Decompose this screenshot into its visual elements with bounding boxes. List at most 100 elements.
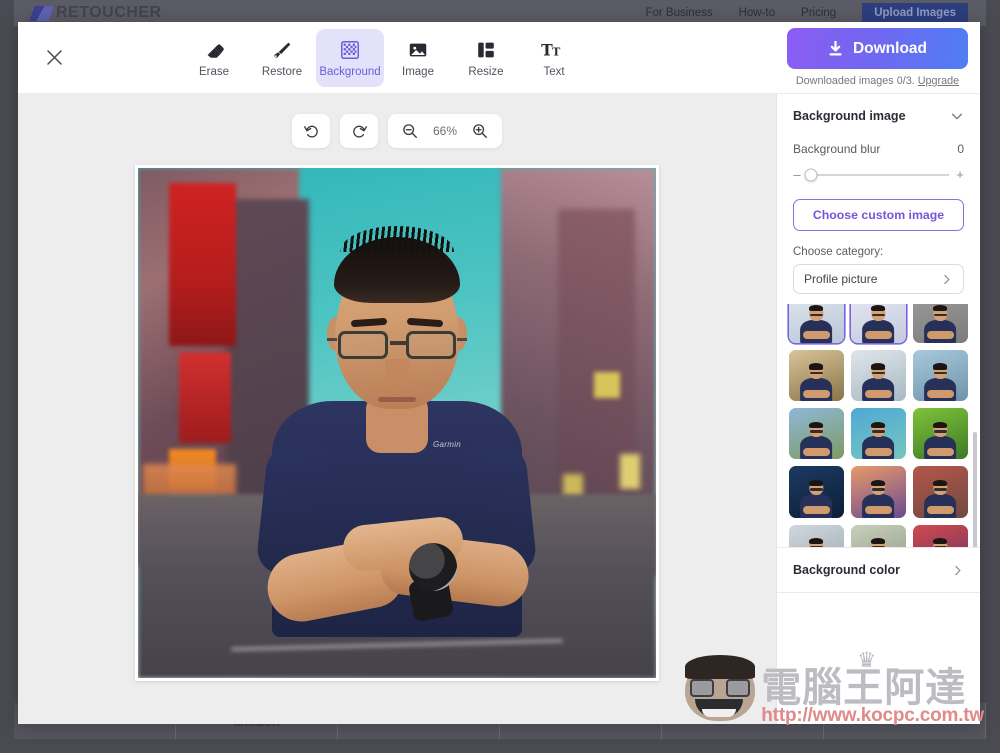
background-thumbnail[interactable] — [913, 304, 968, 344]
background-thumbnail[interactable] — [913, 466, 968, 518]
background-thumbnail-scroll[interactable] — [777, 304, 980, 547]
background-thumbnail[interactable] — [913, 350, 968, 402]
thumbnail-subject — [801, 537, 833, 547]
tool-background[interactable]: Background — [316, 28, 384, 87]
zoom-toolbar: 66% — [292, 114, 502, 148]
close-icon[interactable] — [32, 36, 76, 80]
tool-restore[interactable]: Restore — [248, 29, 316, 87]
category-select-value: Profile picture — [804, 272, 878, 286]
thumbnail-subject-glasses — [810, 546, 823, 547]
thumbnail-subject-arms — [865, 505, 892, 514]
background-thumbnail[interactable] — [851, 466, 906, 518]
background-thumbnail[interactable] — [851, 408, 906, 460]
background-blur-value: 0 — [957, 142, 964, 156]
background-thumbnail[interactable] — [851, 350, 906, 402]
upload-images-button[interactable]: Upload Images — [862, 3, 968, 23]
background-thumbnail[interactable] — [789, 350, 844, 402]
thumbnail-subject-glasses — [934, 429, 947, 433]
undo-icon[interactable] — [292, 114, 330, 148]
glasses-lens-right — [406, 331, 456, 360]
download-block: Download Downloaded images 0/3. Upgrade — [775, 22, 980, 93]
background-thumbnail[interactable] — [789, 524, 844, 547]
upgrade-link[interactable]: Upgrade — [918, 75, 959, 87]
tool-image[interactable]: Image — [384, 29, 452, 87]
background-thumbnail[interactable] — [913, 524, 968, 547]
glasses-lens-left — [338, 331, 388, 360]
background-thumbnail-grid — [789, 304, 968, 547]
thumbnail-scrollbar[interactable] — [973, 432, 977, 547]
thumbnail-subject-glasses — [810, 313, 823, 317]
thumbnail-subject-arms — [803, 505, 830, 514]
thumbnail-subject-glasses — [872, 488, 885, 491]
category-select[interactable]: Profile picture — [793, 264, 964, 294]
thumbnail-subject-hair — [809, 537, 824, 545]
thumbnail-subject-glasses — [872, 371, 885, 375]
blur-decrease-button[interactable]: – — [793, 167, 801, 182]
svg-text:T: T — [552, 45, 561, 58]
thumbnail-subject — [862, 479, 895, 518]
tool-erase[interactable]: Erase — [180, 29, 248, 87]
download-quota-prefix: Downloaded images 0/3. — [795, 75, 915, 87]
thumbnail-subject — [925, 537, 957, 547]
background-thumbnail[interactable] — [851, 304, 906, 344]
thumbnail-subject — [924, 363, 957, 402]
thumbnail-subject-hair — [933, 537, 948, 545]
tool-text[interactable]: TT Text — [520, 29, 588, 87]
thumbnail-subject — [862, 363, 895, 402]
tool-label: Background — [319, 65, 381, 78]
download-button[interactable]: Download — [787, 28, 968, 69]
background-thumbnail[interactable] — [789, 408, 844, 460]
subject-hair — [334, 226, 460, 304]
choose-custom-image-button[interactable]: Choose custom image — [793, 199, 964, 231]
brush-icon — [271, 38, 293, 62]
redo-icon[interactable] — [340, 114, 378, 148]
thumbnail-subject-hair — [809, 421, 824, 428]
download-quota-text: Downloaded images 0/3. Upgrade — [796, 75, 959, 87]
slider-track[interactable] — [804, 168, 949, 181]
thumbnail-subject-arms — [927, 447, 954, 456]
thumbnail-subject — [862, 421, 895, 460]
nav-item-for-business[interactable]: For Business — [645, 7, 712, 19]
site-logo[interactable]: RETOUCHER — [29, 4, 162, 22]
edited-photo: Garmin — [138, 168, 656, 678]
thumbnail-subject-hair — [933, 421, 948, 428]
zoom-out-icon[interactable] — [398, 119, 422, 143]
thumbnail-subject-hair — [809, 305, 824, 312]
canvas-area[interactable]: 66% Garmin — [18, 94, 776, 724]
background-thumbnail[interactable] — [913, 408, 968, 460]
eraser-icon — [203, 38, 225, 62]
canvas-photo-frame[interactable]: Garmin — [135, 165, 659, 681]
nav-item-pricing[interactable]: Pricing — [801, 7, 836, 19]
background-image-section-title: Background image — [793, 109, 906, 123]
editor-body: 66% Garmin Background image Background b… — [18, 94, 980, 724]
thumbnail-subject-arms — [927, 389, 954, 398]
background-blur-row: Background blur 0 — [793, 142, 964, 156]
thumbnail-subject-hair — [871, 421, 886, 428]
nav-item-how-to[interactable]: How-to — [739, 7, 775, 19]
thumbnail-subject-arms — [865, 331, 892, 340]
thumbnail-subject — [800, 421, 833, 460]
thumbnail-subject-arms — [803, 447, 830, 456]
background-thumbnail[interactable] — [789, 466, 844, 518]
chevron-right-icon[interactable] — [951, 564, 964, 577]
editor-modal: Erase Restore Background Image Resize T … — [18, 22, 980, 724]
glasses-bridge — [390, 341, 406, 345]
thumbnail-subject-arms — [865, 447, 892, 456]
tool-resize[interactable]: Resize — [452, 29, 520, 87]
background-image-section-header[interactable]: Background image — [777, 94, 980, 138]
background-color-section-header[interactable]: Background color — [777, 548, 980, 592]
zoom-in-icon[interactable] — [468, 119, 492, 143]
thumbnail-subject — [924, 305, 957, 344]
thumbnail-subject — [800, 479, 833, 518]
thumbnail-subject-hair — [871, 305, 886, 312]
download-icon — [828, 40, 843, 57]
thumbnail-subject-glasses — [934, 546, 947, 547]
slider-thumb[interactable] — [804, 168, 818, 181]
chevron-down-icon[interactable] — [950, 109, 964, 123]
thumbnail-subject — [924, 479, 957, 518]
tool-label: Resize — [468, 65, 504, 78]
blur-increase-button[interactable]: + — [956, 167, 964, 182]
background-thumbnail[interactable] — [789, 304, 844, 344]
background-thumbnail[interactable] — [851, 524, 906, 547]
background-blur-slider[interactable]: – + — [793, 167, 964, 182]
